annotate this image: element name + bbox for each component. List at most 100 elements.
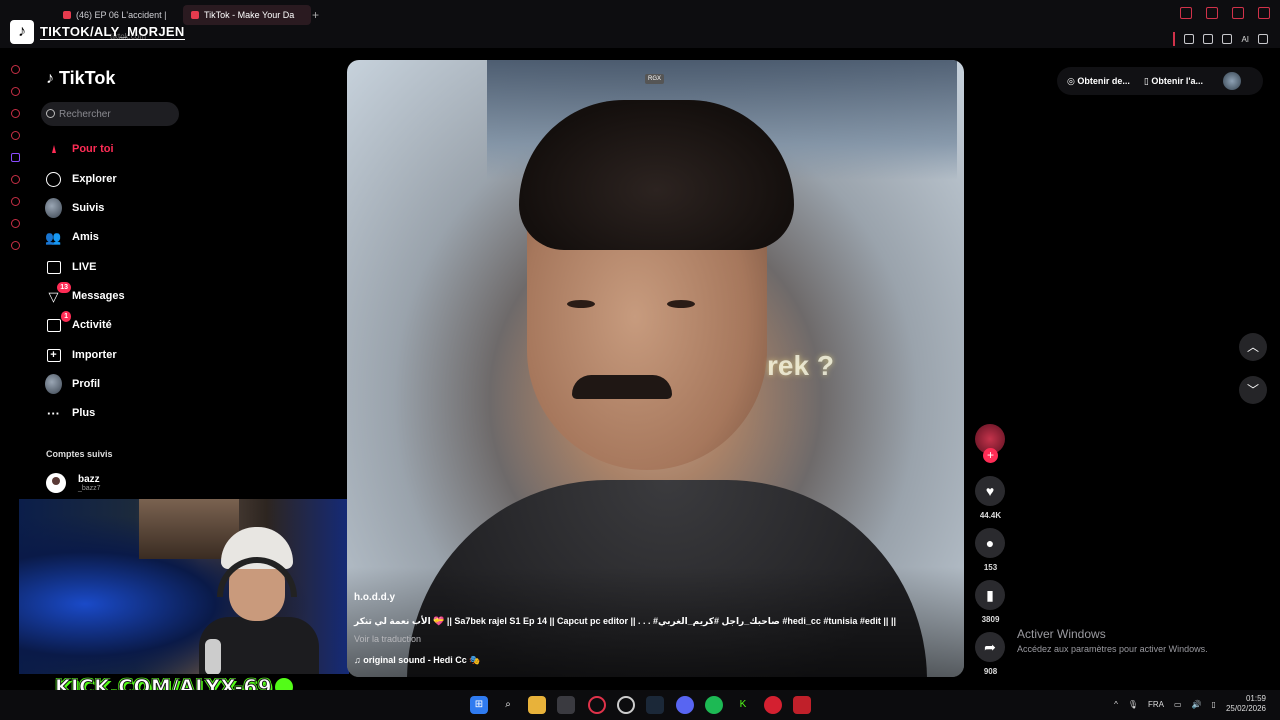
inbox-icon: 1 bbox=[45, 310, 71, 334]
tiktok-note-icon: ♪ bbox=[46, 69, 54, 87]
spotify-icon[interactable] bbox=[705, 696, 723, 714]
sidebar-item-amis[interactable]: 👥 Amis bbox=[45, 226, 99, 248]
webcam-overlay bbox=[19, 499, 349, 674]
app-icon[interactable] bbox=[617, 696, 635, 714]
paper-plane-icon: ▽ 13 bbox=[45, 281, 71, 305]
video-sound[interactable]: ♫ original sound - Hedi Cc 🎭 bbox=[354, 655, 480, 666]
search-tab-icon[interactable] bbox=[1180, 7, 1192, 19]
see-translation-link[interactable]: Voir la traduction bbox=[354, 634, 421, 644]
start-icon[interactable]: ⊞ bbox=[470, 696, 488, 714]
search-input[interactable]: Rechercher bbox=[41, 102, 179, 126]
app-game-icon[interactable] bbox=[793, 696, 811, 714]
user-avatar[interactable] bbox=[1222, 72, 1241, 90]
share-count: 908 bbox=[983, 667, 998, 676]
search-icon[interactable]: ⌕ bbox=[499, 696, 517, 714]
follow-button[interactable]: + bbox=[983, 448, 998, 463]
clock[interactable]: 01:59 25/02/2026 bbox=[1226, 694, 1266, 714]
sidebar-item-profil[interactable]: Profil bbox=[45, 373, 100, 395]
video-watermark: RGX bbox=[645, 74, 665, 84]
battery-icon[interactable]: ▯ bbox=[1212, 700, 1216, 709]
close-button[interactable] bbox=[1258, 7, 1270, 19]
new-tab-button[interactable]: + bbox=[312, 5, 319, 25]
video-author[interactable]: h.o.d.d.y bbox=[354, 592, 395, 603]
browser-side-rail bbox=[8, 52, 26, 250]
sidebar-item-suivis[interactable]: Suivis bbox=[45, 197, 104, 219]
sidebar-item-live[interactable]: LIVE bbox=[45, 256, 96, 278]
steam-icon[interactable] bbox=[646, 696, 664, 714]
comment-button[interactable]: ● 153 bbox=[975, 528, 1006, 572]
like-count: 44.4K bbox=[979, 511, 1002, 520]
app-red-icon[interactable] bbox=[764, 696, 782, 714]
browser-tab-tiktok[interactable]: TikTok - Make Your Da bbox=[183, 5, 311, 25]
share-arrow-icon: ➦ bbox=[975, 632, 1005, 662]
tiktok-logo[interactable]: ♪ TikTok bbox=[46, 68, 115, 89]
sidebar-item-importer[interactable]: + Importer bbox=[45, 344, 117, 366]
microphone-icon[interactable]: 🎙 bbox=[1128, 700, 1138, 709]
compass-icon bbox=[45, 171, 62, 188]
rail-messenger-icon[interactable] bbox=[11, 131, 20, 140]
sidebar-item-explorer[interactable]: Explorer bbox=[45, 168, 117, 190]
coin-icon: ◎ bbox=[1067, 75, 1078, 86]
next-video-button[interactable]: ﹀ bbox=[1239, 376, 1267, 404]
browser-tab-bar: (46) EP 06 L'accident | TikTok - Make Yo… bbox=[0, 0, 1280, 30]
network-icon[interactable]: ▭ bbox=[1174, 700, 1182, 709]
previous-video-button[interactable]: ︿ bbox=[1239, 333, 1267, 361]
like-button[interactable]: ♥ 44.4K bbox=[975, 476, 1006, 520]
get-app-button[interactable]: ▯ Obtenir l'a... bbox=[1144, 76, 1203, 87]
rail-history-icon[interactable] bbox=[11, 197, 20, 206]
share-button[interactable]: ➦ 908 bbox=[975, 632, 1006, 676]
ai-button[interactable]: AI bbox=[1241, 35, 1249, 44]
rail-home-icon[interactable] bbox=[11, 65, 20, 74]
microphone bbox=[205, 639, 221, 674]
avatar-icon bbox=[45, 198, 62, 218]
language-indicator[interactable]: FRA bbox=[1148, 700, 1164, 709]
video-player[interactable]: RGX rek ? bbox=[347, 60, 964, 677]
more-dots-icon: ··· bbox=[47, 405, 60, 421]
address-bar: tiktok.com AI bbox=[0, 30, 1280, 48]
activity-badge: 1 bbox=[61, 310, 71, 322]
plus-square-icon: + bbox=[45, 347, 62, 364]
store-icon[interactable] bbox=[557, 696, 575, 714]
profile-avatar-icon bbox=[45, 374, 62, 394]
comment-icon: ● bbox=[975, 528, 1005, 558]
music-note-icon: ♫ bbox=[354, 655, 364, 665]
rail-play-icon[interactable] bbox=[11, 175, 20, 184]
opera-gx-icon[interactable] bbox=[588, 696, 606, 714]
toolbar-divider bbox=[1173, 32, 1176, 46]
sidebar-item-plus[interactable]: ··· Plus bbox=[45, 402, 95, 424]
window-controls bbox=[1180, 7, 1270, 19]
minimize-button[interactable] bbox=[1206, 7, 1218, 19]
sidebar-item-activite[interactable]: 1 Activité bbox=[45, 310, 112, 336]
sidebar-item-pour-toi[interactable]: Pour toi bbox=[45, 138, 114, 160]
menu-icon[interactable] bbox=[1258, 34, 1268, 44]
rail-cube-icon[interactable] bbox=[11, 219, 20, 228]
save-button[interactable]: ▮ 3809 bbox=[975, 580, 1006, 624]
sidebar-item-messages[interactable]: ▽ 13 Messages bbox=[45, 281, 125, 307]
followed-account[interactable]: bazz _bazz7 bbox=[46, 473, 101, 493]
twitch-icon[interactable] bbox=[11, 153, 20, 162]
discord-icon[interactable] bbox=[676, 696, 694, 714]
kick-app-icon[interactable]: K bbox=[734, 696, 752, 714]
comment-count: 153 bbox=[983, 563, 998, 572]
streamer-person bbox=[199, 527, 319, 674]
file-explorer-icon[interactable] bbox=[528, 696, 546, 714]
rail-chat-icon[interactable] bbox=[11, 109, 20, 118]
video-caption-overlay: rek ? bbox=[767, 350, 834, 381]
extensions-icon[interactable] bbox=[1184, 34, 1195, 44]
speaker-icon[interactable]: 🔊 bbox=[1192, 700, 1202, 709]
video-description: الأب نعمة لي تنكر 💝 || Sa7bek rajel S1 E… bbox=[354, 616, 896, 626]
messages-badge: 13 bbox=[57, 281, 71, 293]
top-right-actions: ◎ Obtenir de... ▯ Obtenir l'a... bbox=[1057, 67, 1263, 95]
get-coins-button[interactable]: ◎ Obtenir de... bbox=[1067, 76, 1130, 87]
maximize-button[interactable] bbox=[1232, 7, 1244, 19]
rail-settings-icon[interactable] bbox=[11, 241, 20, 250]
chevron-up-icon: ︿ bbox=[1246, 340, 1259, 354]
heart-icon: ♥ bbox=[975, 476, 1005, 506]
tiktok-badge-icon: ♪ bbox=[10, 20, 34, 44]
rail-bag-icon[interactable] bbox=[11, 87, 20, 96]
account-icon[interactable] bbox=[1203, 34, 1214, 44]
download-icon[interactable] bbox=[1222, 34, 1233, 44]
friends-icon: 👥 bbox=[45, 229, 62, 245]
chevron-up-tray-icon[interactable]: ^ bbox=[1114, 700, 1118, 709]
bookmark-icon: ▮ bbox=[975, 580, 1005, 610]
